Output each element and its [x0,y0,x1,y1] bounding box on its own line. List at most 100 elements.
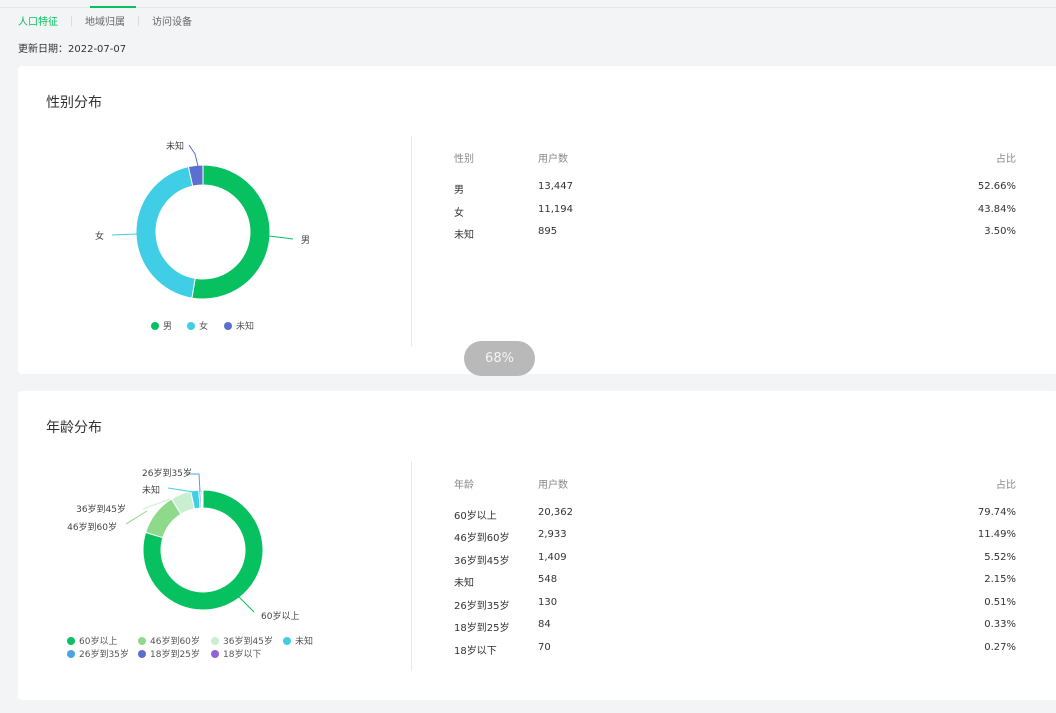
table-header: 年龄 用户数 占比 [454,476,1016,491]
cell-label: 女 [454,208,464,219]
legend-item-18-25[interactable]: 18岁到25岁 [138,647,200,660]
cell-label: 46岁到60岁 [454,533,510,544]
table-row: 26岁到35岁 130 0.51% [454,597,1016,612]
cell-ratio: 0.33% [984,619,1016,630]
slice-label: 60岁以上 [261,610,299,622]
slice-label: 未知 [166,140,184,152]
slice-label: 男 [301,235,310,246]
legend-dot [138,637,146,645]
cell-label: 36岁到45岁 [454,556,510,567]
slice-label: 26岁到35岁 [142,467,192,479]
legend-dot [211,650,219,658]
cell-ratio: 2.15% [984,574,1016,585]
update-date: 更新日期：2022-07-07 [18,40,126,55]
legend-label: 46岁到60岁 [150,637,200,647]
legend-dot [211,637,219,645]
table-row: 60岁以上 20,362 79.74% [454,507,1016,522]
cell-ratio: 5.52% [984,552,1016,563]
cell-count: 895 [538,226,558,237]
cell-count: 13,447 [538,181,573,192]
cell-count: 11,194 [538,204,573,215]
slice-6[interactable] [201,489,204,509]
tab-separator [138,15,139,26]
cell-label: 男 [454,185,464,196]
legend-item-46-60[interactable]: 46岁到60岁 [138,634,200,647]
table-row: 未知 895 3.50% [454,226,1016,241]
legend-label: 26岁到35岁 [79,650,129,660]
table-row: 男 13,447 52.66% [454,181,1016,196]
legend-label: 女 [199,322,209,332]
slice-0[interactable] [191,164,271,300]
legend-item-male[interactable]: 男 [151,319,172,332]
legend-item-female[interactable]: 女 [187,319,208,332]
cell-label: 60岁以上 [454,511,497,522]
label-line [111,233,138,236]
progress-badge: 68% [464,341,535,376]
cell-ratio: 43.84% [977,204,1016,215]
cell-count: 130 [538,597,558,608]
legend-label: 18岁以下 [223,650,262,660]
cell-label: 未知 [454,230,474,241]
tab-devices[interactable]: 访问设备 [152,13,192,28]
label-line [125,510,148,525]
cell-label: 26岁到35岁 [454,601,510,612]
legend-label: 60岁以上 [79,637,118,647]
slice-1[interactable] [135,166,196,299]
cell-count: 70 [538,642,551,653]
sub-tabs: 人口特征 地域归属 访问设备 [18,13,192,28]
tab-separator [71,15,72,26]
legend-item-unknown[interactable]: 未知 [283,634,313,647]
legend-dot [151,322,159,330]
legend-label: 未知 [236,322,255,332]
legend-item-under18[interactable]: 18岁以下 [211,647,261,660]
cell-ratio: 11.49% [977,529,1016,540]
table-row: 18岁以下 70 0.27% [454,642,1016,657]
cell-count: 20,362 [538,507,573,518]
header-ratio: 占比 [996,480,1016,491]
slice-label: 36岁到45岁 [76,503,126,515]
legend-label: 18岁到25岁 [150,650,200,660]
slice-label: 未知 [142,484,160,496]
cell-label: 18岁以下 [454,646,497,657]
cell-label: 未知 [454,578,474,589]
slice-label: 女 [95,230,104,242]
divider [411,461,412,671]
legend-dot [224,322,232,330]
header-users: 用户数 [538,480,568,491]
table-row: 18岁到25岁 84 0.33% [454,619,1016,634]
label-line [167,487,195,493]
legend-item-unknown[interactable]: 未知 [224,319,254,332]
gender-donut-chart: 男 女 未知 [95,140,310,300]
legend-label: 36岁到45岁 [223,637,273,647]
divider [411,136,412,346]
legend-item-60plus[interactable]: 60岁以上 [67,634,117,647]
legend-dot [283,637,291,645]
legend-dot [138,650,146,658]
top-nav-active-indicator [90,6,136,8]
gender-card: 性别分布 男女未知 男 女 未知 性别 用户数 占比 男 13,447 52.6… [18,66,1056,374]
update-date-label: 更新日期： [18,44,68,55]
label-line [188,144,199,167]
tab-region[interactable]: 地域归属 [85,13,125,28]
cell-ratio: 79.74% [977,507,1016,518]
table-row: 36岁到45岁 1,409 5.52% [454,552,1016,567]
cell-count: 84 [538,619,551,630]
cell-label: 18岁到25岁 [454,623,510,634]
table-header: 性别 用户数 占比 [454,150,1016,165]
table-row: 未知 548 2.15% [454,574,1016,589]
legend-item-26-35[interactable]: 26岁到35岁 [67,647,129,660]
table-row: 46岁到60岁 2,933 11.49% [454,529,1016,544]
legend-label: 男 [163,322,173,332]
cell-ratio: 52.66% [977,181,1016,192]
cell-count: 548 [538,574,558,585]
age-card: 年龄分布 60岁以上 46岁到60岁 36岁到45岁 未知 26岁到35岁 60岁以上 … [18,391,1056,700]
cell-ratio: 0.27% [984,642,1016,653]
top-nav-bar [0,0,1056,8]
table-row: 女 11,194 43.84% [454,204,1016,219]
legend-item-36-45[interactable]: 36岁到45岁 [211,634,273,647]
tab-demographics[interactable]: 人口特征 [18,13,58,28]
header-users: 用户数 [538,154,568,165]
slice-label: 46岁到60岁 [67,521,117,533]
header-gender: 性别 [454,154,474,165]
cell-ratio: 0.51% [984,597,1016,608]
